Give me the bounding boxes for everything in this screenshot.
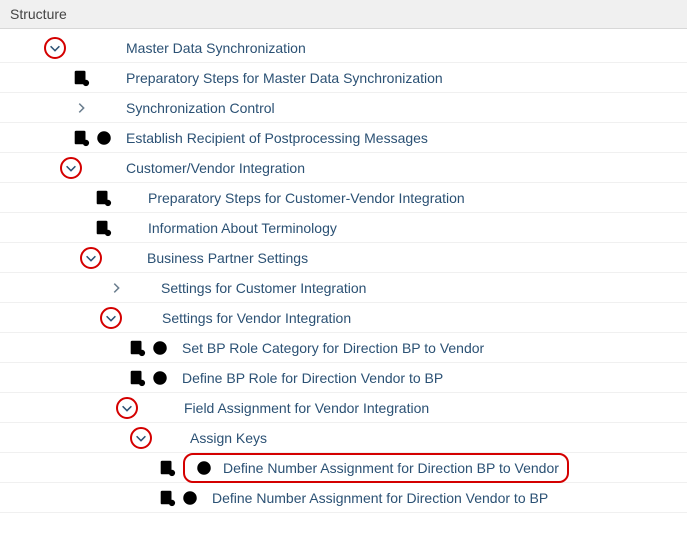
structure-tree: Master Data Synchronization Preparatory …: [0, 29, 687, 517]
node-label: Settings for Customer Integration: [161, 280, 366, 296]
node-label: Business Partner Settings: [147, 250, 308, 266]
chevron-right-icon[interactable]: [105, 277, 127, 299]
node-label: Set BP Role Category for Direction BP to…: [182, 340, 484, 356]
clock-exec-icon[interactable]: [193, 457, 215, 479]
chevron-down-icon[interactable]: [80, 247, 102, 269]
chevron-down-icon[interactable]: [44, 37, 66, 59]
node-label: Settings for Vendor Integration: [162, 310, 351, 326]
node-prep-cvi[interactable]: Preparatory Steps for Customer-Vendor In…: [0, 183, 687, 213]
node-info-terminology[interactable]: Information About Terminology: [0, 213, 687, 243]
node-label: Define Number Assignment for Direction B…: [223, 460, 559, 476]
chevron-down-icon[interactable]: [60, 157, 82, 179]
node-cvi[interactable]: Customer/Vendor Integration: [0, 153, 687, 183]
node-label: Establish Recipient of Postprocessing Me…: [126, 130, 428, 146]
node-def-num-vendor-bp[interactable]: Define Number Assignment for Direction V…: [0, 483, 687, 513]
structure-header: Structure: [0, 0, 687, 29]
img-activity-icon: [92, 187, 114, 209]
node-set-bp-role-cat[interactable]: Set BP Role Category for Direction BP to…: [0, 333, 687, 363]
node-label: Preparatory Steps for Customer-Vendor In…: [148, 190, 465, 206]
header-title: Structure: [10, 6, 67, 22]
node-label: Assign Keys: [190, 430, 267, 446]
clock-exec-icon[interactable]: [179, 487, 201, 509]
node-label: Define Number Assignment for Direction V…: [212, 490, 548, 506]
clock-exec-icon[interactable]: [149, 337, 171, 359]
chevron-down-icon[interactable]: [116, 397, 138, 419]
img-activity-icon: [126, 367, 148, 389]
img-activity-icon: [156, 457, 178, 479]
chevron-down-icon[interactable]: [100, 307, 122, 329]
clock-exec-icon[interactable]: [93, 127, 115, 149]
node-sync-control[interactable]: Synchronization Control: [0, 93, 687, 123]
node-field-assignment[interactable]: Field Assignment for Vendor Integration: [0, 393, 687, 423]
node-bps[interactable]: Business Partner Settings: [0, 243, 687, 273]
node-label: Customer/Vendor Integration: [126, 160, 305, 176]
node-def-bp-role[interactable]: Define BP Role for Direction Vendor to B…: [0, 363, 687, 393]
img-activity-icon: [70, 67, 92, 89]
node-label: Synchronization Control: [126, 100, 275, 116]
img-activity-icon: [70, 127, 92, 149]
node-master-data-sync[interactable]: Master Data Synchronization: [0, 33, 687, 63]
node-label: Define BP Role for Direction Vendor to B…: [182, 370, 443, 386]
chevron-down-icon[interactable]: [130, 427, 152, 449]
node-settings-customer[interactable]: Settings for Customer Integration: [0, 273, 687, 303]
node-label: Information About Terminology: [148, 220, 337, 236]
highlighted-node[interactable]: Define Number Assignment for Direction B…: [183, 453, 569, 483]
clock-exec-icon[interactable]: [149, 367, 171, 389]
img-activity-icon: [126, 337, 148, 359]
node-prep-mds[interactable]: Preparatory Steps for Master Data Synchr…: [0, 63, 687, 93]
node-establish-recipient[interactable]: Establish Recipient of Postprocessing Me…: [0, 123, 687, 153]
node-settings-vendor[interactable]: Settings for Vendor Integration: [0, 303, 687, 333]
node-assign-keys[interactable]: Assign Keys: [0, 423, 687, 453]
img-activity-icon: [92, 217, 114, 239]
chevron-right-icon[interactable]: [70, 97, 92, 119]
node-label: Field Assignment for Vendor Integration: [184, 400, 429, 416]
img-activity-icon: [156, 487, 178, 509]
node-def-num-bp-vendor[interactable]: Define Number Assignment for Direction B…: [0, 453, 687, 483]
node-label: Preparatory Steps for Master Data Synchr…: [126, 70, 443, 86]
node-label: Master Data Synchronization: [126, 40, 306, 56]
